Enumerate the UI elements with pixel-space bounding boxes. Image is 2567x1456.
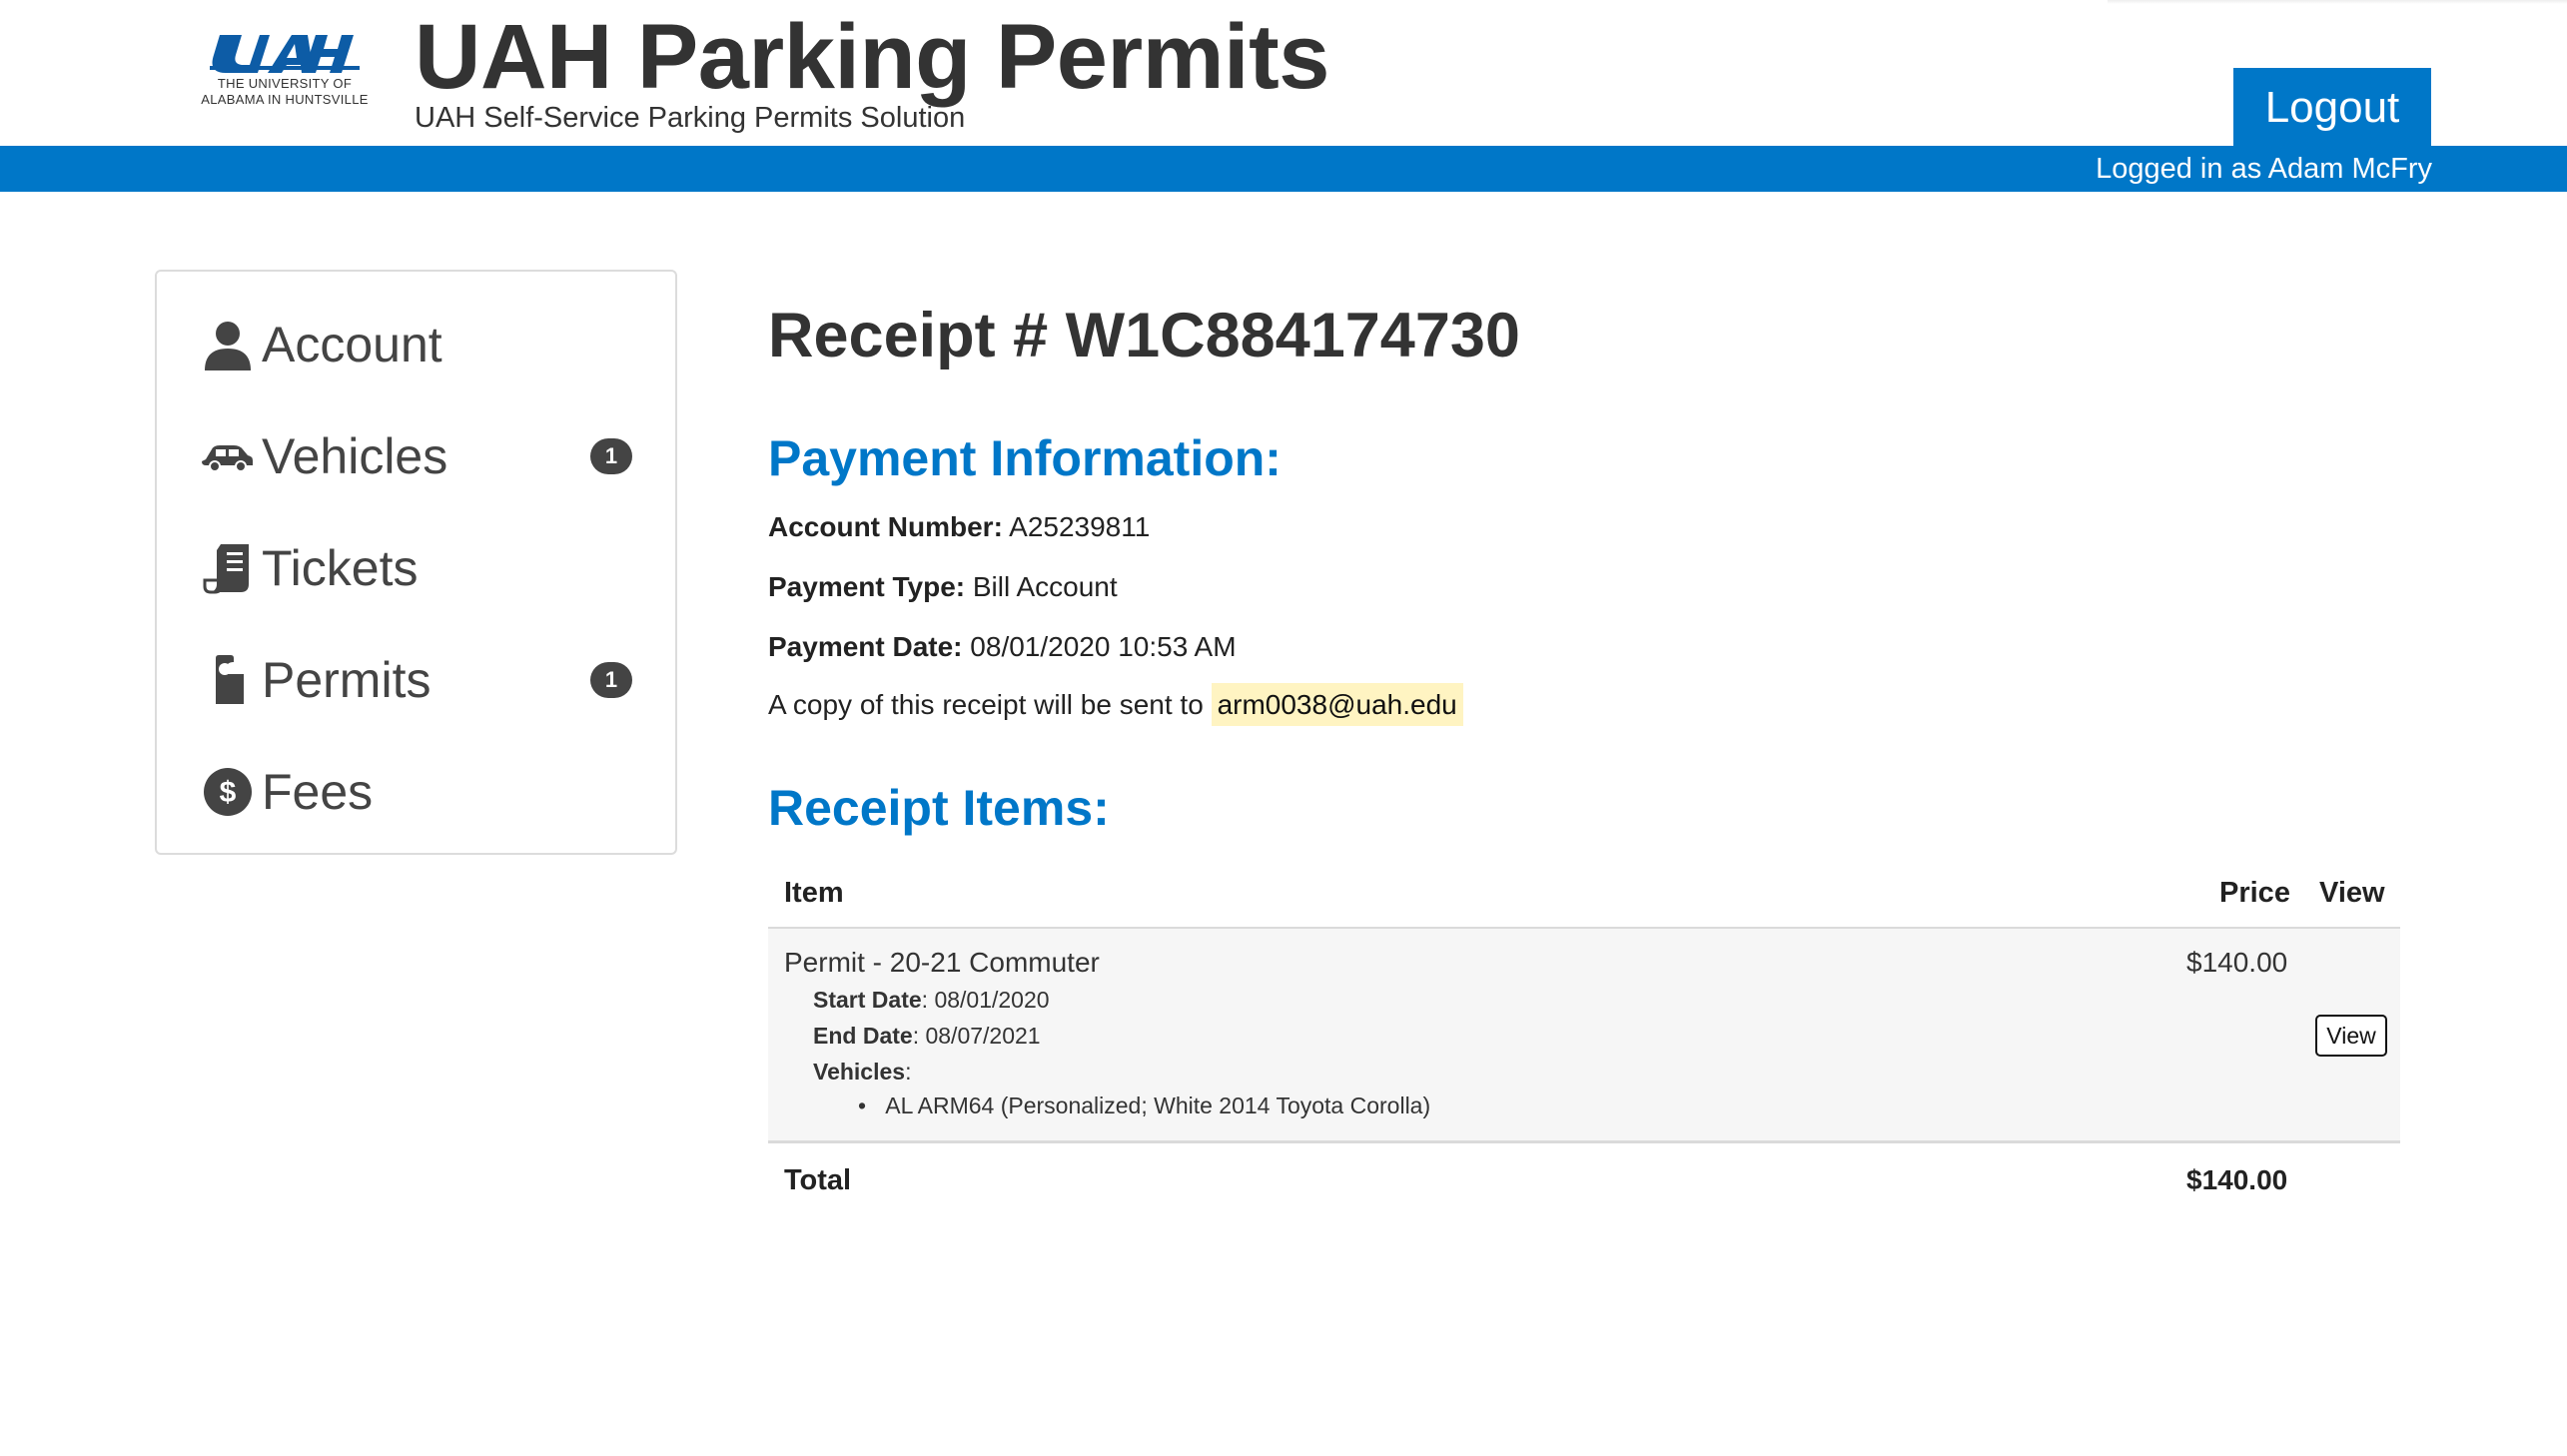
payment-type-value: Bill Account — [972, 571, 1118, 602]
view-permit-button[interactable]: View — [2315, 1015, 2387, 1057]
payment-date-line: Payment Date: 08/01/2020 10:53 AM — [768, 631, 1237, 663]
receipt-table-header: Item Price View — [768, 871, 2400, 931]
sidebar-nav: Account Vehicles 1 Tickets Permits 1 $ F… — [155, 270, 677, 855]
user-icon — [202, 319, 254, 370]
app-subtitle: UAH Self-Service Parking Permits Solutio… — [415, 102, 966, 134]
receipt-email: arm0038@uah.edu — [1211, 683, 1463, 726]
vehicle-description: AL ARM64 (Personalized; White 2014 Toyot… — [885, 1092, 1431, 1118]
table-row: Permit - 20-21 Commuter Start Date: 08/0… — [768, 929, 2400, 1143]
logo-caption: THE UNIVERSITY OF ALABAMA IN HUNTSVILLE — [190, 76, 380, 108]
logo-caption-line1: THE UNIVERSITY OF — [217, 76, 353, 91]
logged-in-status: Logged in as Adam McFry — [2096, 153, 2432, 185]
header-shadow — [2108, 0, 2567, 4]
sidebar-item-fees[interactable]: $ Fees — [202, 757, 631, 827]
payment-type-label: Payment Type: — [768, 571, 966, 602]
sidebar-item-label: Permits — [262, 652, 431, 708]
receipt-copy-text: A copy of this receipt will be sent to — [768, 689, 1204, 720]
sidebar-item-label: Vehicles — [262, 428, 448, 484]
sidebar-item-label: Account — [262, 317, 442, 372]
receipt-copy-line: A copy of this receipt will be sent to a… — [768, 683, 1463, 726]
dollar-circle-icon: $ — [202, 766, 254, 818]
column-header-item: Item — [784, 877, 844, 909]
item-vehicles: Vehicles: — [813, 1059, 912, 1085]
vehicles-count-badge: 1 — [590, 438, 632, 474]
vehicle-list-item: • AL ARM64 (Personalized; White 2014 Toy… — [858, 1092, 1431, 1118]
sidebar-item-permits[interactable]: Permits 1 — [202, 645, 632, 715]
column-header-view: View — [2319, 877, 2385, 909]
payment-info-heading: Payment Information: — [768, 430, 1282, 486]
permits-count-badge: 1 — [590, 662, 632, 698]
app-title: UAH Parking Permits — [415, 6, 1329, 108]
receipt-items-heading: Receipt Items: — [768, 780, 1110, 836]
start-date-value: 08/01/2020 — [934, 987, 1050, 1013]
sidebar-item-tickets[interactable]: Tickets — [202, 533, 631, 603]
payment-date-value: 08/01/2020 10:53 AM — [970, 631, 1237, 662]
svg-text:$: $ — [220, 776, 237, 809]
total-amount: $140.00 — [2186, 1164, 2288, 1195]
item-price: $140.00 — [2186, 947, 2288, 978]
sidebar-item-label: Tickets — [262, 540, 419, 596]
ticket-icon — [202, 542, 254, 594]
total-row: Total $140.00 — [768, 1146, 2400, 1216]
total-label: Total — [784, 1164, 852, 1196]
item-end-date: End Date: 08/07/2021 — [813, 1023, 1041, 1049]
hang-tag-icon — [202, 654, 254, 706]
vehicles-label: Vehicles — [813, 1059, 906, 1085]
start-date-label: Start Date — [813, 987, 922, 1013]
logo-caption-line2: ALABAMA IN HUNTSVILLE — [201, 92, 369, 107]
payment-type-line: Payment Type: Bill Account — [768, 571, 1118, 603]
car-icon — [202, 430, 254, 482]
end-date-label: End Date — [813, 1023, 913, 1049]
item-name: Permit - 20-21 Commuter — [784, 947, 1100, 978]
logout-button[interactable]: Logout — [2233, 68, 2431, 148]
receipt-title: Receipt # W1C884174730 — [768, 301, 1520, 370]
end-date-value: 08/07/2021 — [925, 1023, 1041, 1049]
account-number-value: A25239811 — [1009, 511, 1151, 542]
item-start-date: Start Date: 08/01/2020 — [813, 987, 1050, 1013]
payment-date-label: Payment Date: — [768, 631, 963, 662]
account-number-line: Account Number: A25239811 — [768, 511, 1150, 543]
column-header-price: Price — [2219, 877, 2290, 909]
account-number-label: Account Number: — [768, 511, 1003, 542]
sidebar-item-vehicles[interactable]: Vehicles 1 — [202, 421, 632, 491]
sidebar-item-label: Fees — [262, 764, 374, 820]
sidebar-item-account[interactable]: Account — [202, 310, 631, 379]
